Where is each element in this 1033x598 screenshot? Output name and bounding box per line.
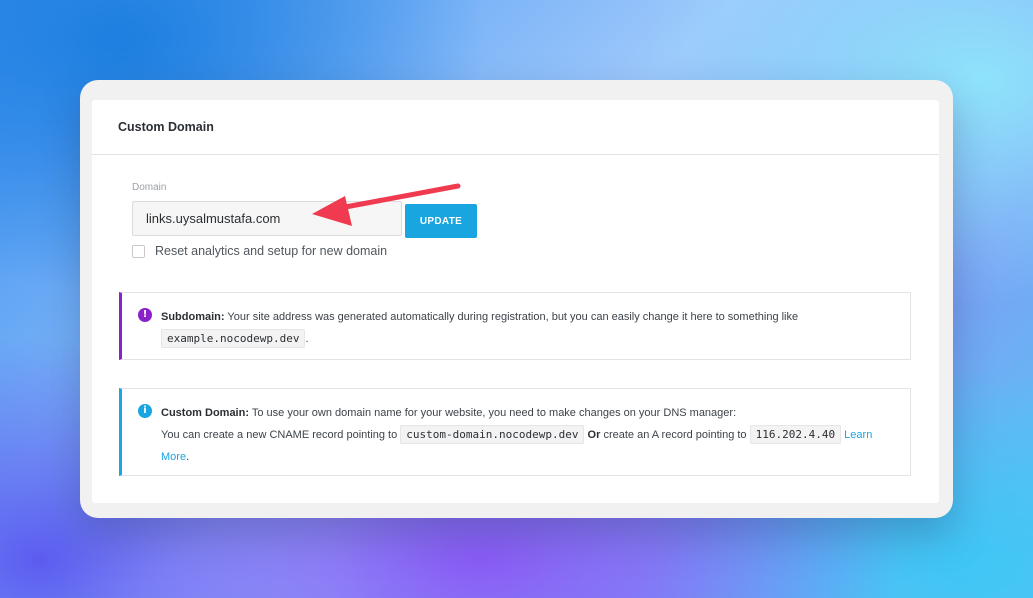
or-label: Or: [587, 429, 601, 441]
subdomain-notice-body: Subdomain: Your site address was generat…: [161, 306, 896, 350]
subdomain-notice-text: Your site address was generated automati…: [227, 311, 799, 323]
cname-instruction: You can create a new CNAME record pointi…: [161, 429, 398, 441]
card-title: Custom Domain: [92, 100, 939, 155]
subdomain-notice-period: .: [305, 333, 309, 345]
subdomain-notice-title: Subdomain:: [161, 311, 225, 323]
subdomain-notice: ! Subdomain: Your site address was gener…: [119, 292, 911, 360]
custom-domain-card: Custom Domain Domain UPDATE Reset analyt…: [92, 100, 939, 503]
app-window: Custom Domain Domain UPDATE Reset analyt…: [80, 80, 953, 518]
domain-label: Domain: [132, 182, 167, 193]
custom-domain-notice-body: Custom Domain: To use your own domain na…: [161, 402, 896, 468]
info-icon: i: [138, 404, 152, 418]
custom-domain-notice-line1: To use your own domain name for your web…: [251, 407, 737, 419]
exclamation-icon: !: [138, 308, 152, 322]
a-record-instruction: create an A record pointing to: [603, 429, 747, 441]
a-record-ip-code: 116.202.4.40: [749, 425, 842, 444]
reset-analytics-label: Reset analytics and setup for new domain: [155, 244, 388, 258]
update-button[interactable]: UPDATE: [405, 204, 477, 238]
reset-analytics-checkbox[interactable]: [132, 244, 145, 258]
custom-domain-notice: i Custom Domain: To use your own domain …: [119, 388, 911, 476]
domain-input[interactable]: [132, 201, 402, 236]
custom-domain-notice-period: .: [186, 451, 190, 463]
example-subdomain-code: example.nocodewp.dev: [161, 329, 306, 348]
cname-target-code: custom-domain.nocodewp.dev: [400, 425, 585, 444]
custom-domain-notice-title: Custom Domain:: [161, 407, 249, 419]
reset-analytics-option[interactable]: Reset analytics and setup for new domain: [132, 244, 387, 258]
